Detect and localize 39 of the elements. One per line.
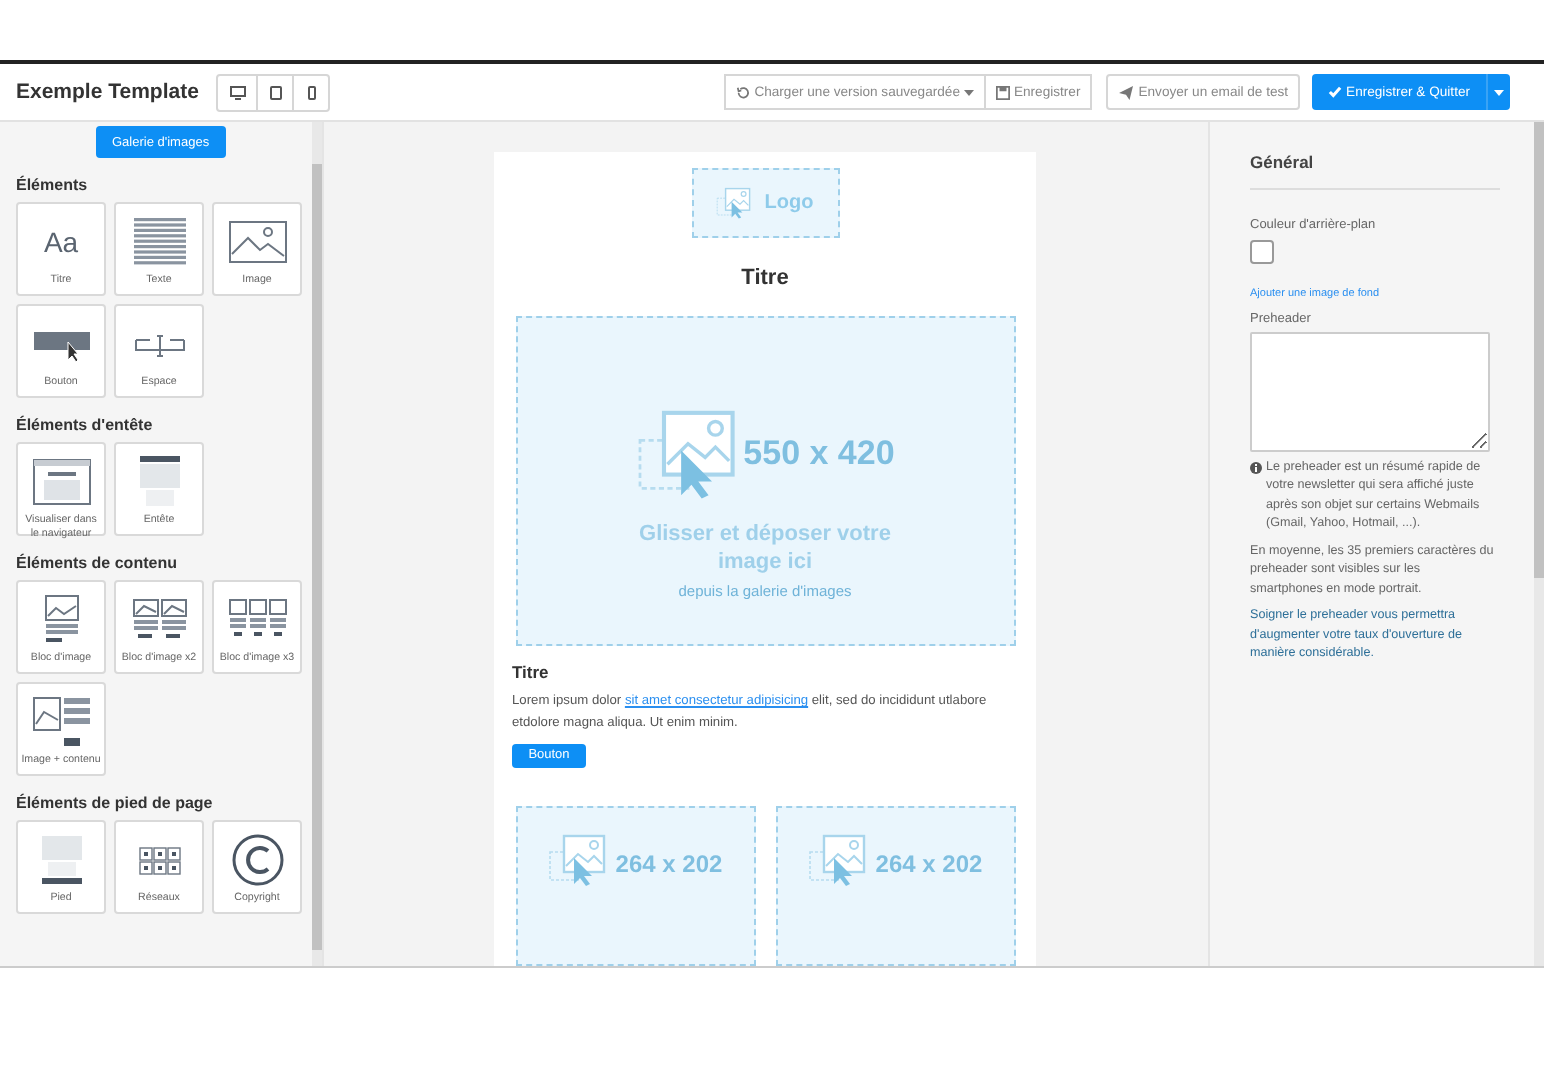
section-title: Éléments de contenu bbox=[16, 554, 179, 572]
image-size-label: 550 x 420 bbox=[743, 434, 895, 475]
image-placeholder-icon bbox=[716, 186, 753, 221]
image-layout-icon bbox=[31, 694, 91, 750]
caret-icon bbox=[1494, 89, 1504, 95]
text-lines-icon bbox=[129, 214, 189, 270]
save-options-dropdown[interactable] bbox=[1486, 74, 1510, 110]
mobile-view-button[interactable] bbox=[292, 73, 331, 111]
section-title: Éléments de pied de page bbox=[16, 794, 215, 812]
paper-plane-icon bbox=[1118, 85, 1135, 99]
browser-window-icon bbox=[31, 454, 91, 510]
desktop-view-button[interactable] bbox=[216, 73, 259, 111]
template-title: Exemple Template bbox=[16, 80, 199, 104]
panel-heading: Général bbox=[1250, 152, 1500, 190]
caret-icon bbox=[963, 89, 974, 95]
phone-icon bbox=[307, 85, 316, 99]
tablet-view-button[interactable] bbox=[256, 73, 295, 111]
checkmark-icon bbox=[1328, 86, 1343, 98]
image-placeholder-icon bbox=[635, 406, 740, 503]
title-icon: Aa bbox=[43, 226, 79, 258]
tablet-icon bbox=[269, 85, 282, 99]
history-icon bbox=[736, 85, 751, 99]
image-placeholder-icon bbox=[807, 832, 868, 888]
copyright-icon bbox=[227, 832, 287, 888]
image-size-label: 264 x 202 bbox=[615, 850, 723, 878]
info-icon bbox=[1250, 462, 1262, 474]
panel-scrollbar[interactable] bbox=[1534, 122, 1544, 966]
section-title: Éléments d'entête bbox=[16, 416, 155, 434]
drop-instructions: Glisser et déposer votre image ici bbox=[637, 522, 893, 576]
logo-label: Logo bbox=[764, 192, 814, 215]
image-placeholder-icon bbox=[547, 832, 608, 888]
color-picker[interactable] bbox=[1250, 240, 1274, 264]
email-title: Titre bbox=[741, 266, 789, 291]
block-title: Titre bbox=[512, 662, 549, 683]
sidebar-scrollbar[interactable] bbox=[312, 122, 322, 966]
image-size-label: 264 x 202 bbox=[875, 850, 983, 878]
preheader-field[interactable] bbox=[1250, 332, 1490, 452]
section-title: Éléments bbox=[16, 176, 90, 194]
monitor-icon bbox=[229, 85, 246, 99]
